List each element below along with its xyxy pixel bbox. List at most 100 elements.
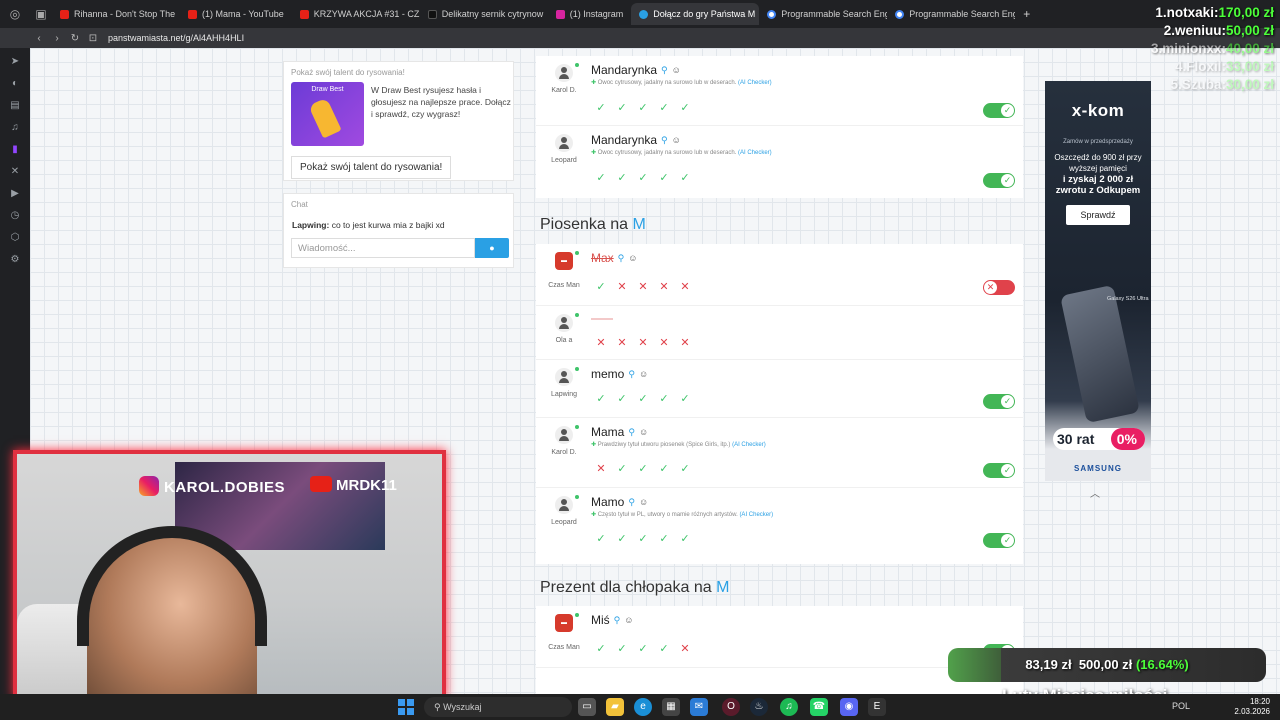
tab-1[interactable]: (1) Mama - YouTube xyxy=(180,3,292,25)
twitch-icon[interactable]: ▮ xyxy=(0,138,30,160)
back-icon[interactable]: ‹ xyxy=(30,33,48,44)
vote-accept-icon[interactable]: ✓ xyxy=(678,532,692,546)
chat-send-button[interactable]: ● xyxy=(475,238,509,258)
vote-accept-icon[interactable]: ✓ xyxy=(594,101,608,115)
vote-reject-icon[interactable]: ✕ xyxy=(594,336,608,350)
vote-accept-icon[interactable]: ✓ xyxy=(636,101,650,115)
opera-icon[interactable]: O xyxy=(722,698,740,716)
vote-accept-icon[interactable]: ✓ xyxy=(636,462,650,476)
vote-accept-icon[interactable]: ✓ xyxy=(594,392,608,406)
chat-input[interactable]: Wiadomość... xyxy=(291,238,475,258)
messenger-icon[interactable]: ◐ xyxy=(0,72,30,94)
vote-accept-icon[interactable]: ✓ xyxy=(615,642,629,656)
vote-accept-icon[interactable]: ✓ xyxy=(657,532,671,546)
file-explorer-icon[interactable]: ▰ xyxy=(606,698,624,716)
windows-start-icon[interactable] xyxy=(398,699,414,715)
vote-accept-icon[interactable]: ✓ xyxy=(636,642,650,656)
vote-reject-icon[interactable]: ✕ xyxy=(594,462,608,476)
settings-icon[interactable]: ⚙ xyxy=(0,248,30,270)
vote-reject-icon[interactable]: ✕ xyxy=(615,336,629,350)
url-field[interactable]: panstwamiasta.net/g/Al4AHH4HLI xyxy=(108,33,244,43)
vote-accept-icon[interactable]: ✓ xyxy=(615,532,629,546)
search-icon[interactable]: ⚲ xyxy=(628,427,635,438)
reload-icon[interactable]: ↻ xyxy=(66,33,84,44)
spotify-icon[interactable]: ♫ xyxy=(780,698,798,716)
vote-accept-icon[interactable]: ✓ xyxy=(594,171,608,185)
vote-reject-icon[interactable]: ✕ xyxy=(678,336,692,350)
epic-games-icon[interactable]: E xyxy=(868,698,886,716)
vote-accept-icon[interactable]: ✓ xyxy=(594,280,608,294)
browser-logo-icon[interactable]: ◎ xyxy=(0,0,30,28)
smiley-icon[interactable]: ☺ xyxy=(624,615,633,625)
search-icon[interactable]: ⚲ xyxy=(661,135,668,146)
vote-accept-icon[interactable]: ✓ xyxy=(615,101,629,115)
vote-accept-icon[interactable]: ✓ xyxy=(678,392,692,406)
vote-accept-icon[interactable]: ✓ xyxy=(615,171,629,185)
vote-reject-icon[interactable]: ✕ xyxy=(678,280,692,294)
taskbar-clock[interactable]: 18:20 2.03.2026 xyxy=(1234,697,1270,717)
wallet-icon[interactable]: ▤ xyxy=(0,94,30,116)
taskbar-search[interactable]: ⚲ Wyszukaj xyxy=(424,697,572,717)
vote-accept-icon[interactable]: ✓ xyxy=(657,462,671,476)
vote-reject-icon[interactable]: ✕ xyxy=(636,336,650,350)
drawbest-thumbnail[interactable]: Draw Best xyxy=(291,82,364,146)
task-view-icon[interactable]: ▭ xyxy=(578,698,596,716)
vote-accept-icon[interactable]: ✓ xyxy=(594,642,608,656)
vote-accept-icon[interactable]: ✓ xyxy=(594,532,608,546)
extensions-icon[interactable]: ⬡ xyxy=(0,226,30,248)
player-icon[interactable]: ▶ xyxy=(0,182,30,204)
smiley-icon[interactable]: ☺ xyxy=(672,135,681,145)
forward-icon[interactable]: › xyxy=(48,33,66,44)
vote-reject-icon[interactable]: ✕ xyxy=(657,280,671,294)
vote-reject-icon[interactable]: ✕ xyxy=(636,280,650,294)
accept-toggle[interactable]: ✓ xyxy=(983,173,1015,188)
vote-reject-icon[interactable]: ✕ xyxy=(615,280,629,294)
steam-icon[interactable]: ♨ xyxy=(750,698,768,716)
reject-toggle[interactable]: ✕ xyxy=(983,280,1015,295)
search-icon[interactable]: ⚲ xyxy=(628,369,635,380)
accept-toggle[interactable]: ✓ xyxy=(983,533,1015,548)
vote-accept-icon[interactable]: ✓ xyxy=(636,392,650,406)
vote-accept-icon[interactable]: ✓ xyxy=(678,101,692,115)
accept-toggle[interactable]: ✓ xyxy=(983,103,1015,118)
edge-icon[interactable]: e xyxy=(634,698,652,716)
search-icon[interactable]: ⚲ xyxy=(661,65,668,76)
search-icon[interactable]: ⚲ xyxy=(628,497,635,508)
vote-reject-icon[interactable]: ✕ xyxy=(678,642,692,656)
tray-language[interactable]: POL xyxy=(1172,701,1190,711)
vote-accept-icon[interactable]: ✓ xyxy=(636,532,650,546)
tab-2[interactable]: KRZYWA AKCJA #31 - CZ xyxy=(292,3,420,25)
tab-3[interactable]: Delikatny sernik cytrynow xyxy=(420,3,548,25)
tab-7[interactable]: Programmable Search Eng xyxy=(887,3,1015,25)
smiley-icon[interactable]: ☺ xyxy=(639,369,648,379)
vote-accept-icon[interactable]: ✓ xyxy=(657,392,671,406)
discord-icon[interactable]: ◉ xyxy=(840,698,858,716)
vote-accept-icon[interactable]: ✓ xyxy=(678,171,692,185)
mail-icon[interactable]: ✉ xyxy=(690,698,708,716)
smiley-icon[interactable]: ☺ xyxy=(628,253,637,263)
send-icon[interactable]: ➤ xyxy=(0,50,30,72)
music-icon[interactable]: ♫ xyxy=(0,116,30,138)
vote-accept-icon[interactable]: ✓ xyxy=(636,171,650,185)
store-icon[interactable]: ▦ xyxy=(662,698,680,716)
chevron-up-icon[interactable]: ︿ xyxy=(1090,485,1100,500)
vote-reject-icon[interactable]: ✕ xyxy=(657,336,671,350)
vote-accept-icon[interactable]: ✓ xyxy=(678,462,692,476)
vote-accept-icon[interactable]: ✓ xyxy=(657,642,671,656)
new-tab-button[interactable]: + xyxy=(1015,3,1038,25)
tab-0[interactable]: Rihanna - Don't Stop The xyxy=(52,3,180,25)
tab-4[interactable]: (1) Instagram xyxy=(548,3,632,25)
history-icon[interactable]: ◷ xyxy=(0,204,30,226)
whatsapp-icon[interactable]: ☎ xyxy=(810,698,828,716)
smiley-icon[interactable]: ☺ xyxy=(639,427,648,437)
site-info-icon[interactable]: ⊡ xyxy=(84,33,102,44)
tab-6[interactable]: Programmable Search Eng xyxy=(759,3,887,25)
tab-5-active[interactable]: Dołącz do gry Państwa M xyxy=(631,3,760,25)
vote-accept-icon[interactable]: ✓ xyxy=(657,101,671,115)
search-icon[interactable]: ⚲ xyxy=(618,253,625,264)
x-icon[interactable]: ✕ xyxy=(0,160,30,182)
workspaces-icon[interactable]: ▣ xyxy=(30,0,52,28)
drawbest-button[interactable]: Pokaż swój talent do rysowania! xyxy=(291,156,452,179)
ad-cta-button[interactable]: Sprawdź xyxy=(1066,205,1130,225)
vote-accept-icon[interactable]: ✓ xyxy=(615,462,629,476)
